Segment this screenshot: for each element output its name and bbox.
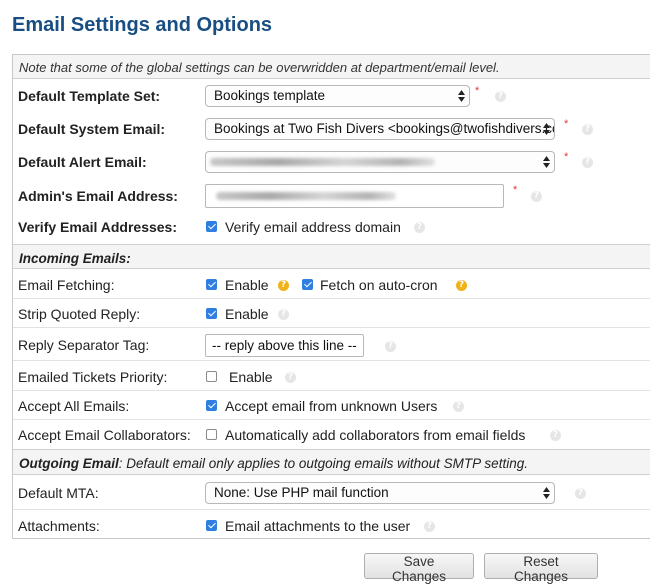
help-icon[interactable]: ? [453,401,464,412]
required-marker: * [475,85,480,97]
email-fetching-enable-label: Enable [225,277,269,293]
help-icon[interactable]: ? [414,222,425,233]
admin-email-label: Admin's Email Address: [18,188,178,204]
row-default-alert-email: Default Alert Email: * ? [13,145,650,178]
default-system-email-label: Default System Email: [18,121,166,137]
settings-form: Note that some of the global settings ca… [12,54,650,539]
accept-collaborators-label: Accept Email Collaborators: [18,427,191,443]
strip-quoted-reply-label: Strip Quoted Reply: [18,306,141,322]
verify-email-checkbox-label: Verify email address domain [225,219,401,235]
verify-email-checkbox[interactable] [206,221,217,232]
attachments-checkbox[interactable] [206,520,217,531]
default-mta-value: None: Use PHP mail function [214,485,389,500]
required-marker: * [564,118,569,130]
row-tickets-priority: Emailed Tickets Priority: Enable ? [13,360,650,390]
default-alert-email-label: Default Alert Email: [18,154,147,170]
row-reply-separator: Reply Separator Tag: -- reply above this… [13,327,650,360]
incoming-section-header: Incoming Emails: [13,244,650,269]
attachments-checkbox-label: Email attachments to the user [225,518,411,534]
default-system-email-select[interactable]: Bookings at Two Fish Divers <bookings@tw… [205,118,555,140]
row-accept-all-emails: Accept All Emails: Accept email from unk… [13,390,650,419]
tickets-priority-checkbox[interactable] [206,371,217,382]
strip-quoted-reply-checkbox-label: Enable [225,306,269,322]
row-accept-collaborators: Accept Email Collaborators: Automaticall… [13,419,650,448]
default-mta-label: Default MTA: [18,485,99,501]
row-admin-email: Admin's Email Address: * ? [13,178,650,211]
row-attachments: Attachments: Email attachments to the us… [13,509,650,539]
reply-separator-value: -- reply above this line -- [212,338,357,353]
accept-all-emails-checkbox-label: Accept email from unknown Users [225,398,438,414]
page-title: Email Settings and Options [12,14,273,36]
accept-collaborators-checkbox[interactable] [206,429,217,440]
select-arrows-icon [458,90,465,102]
fetch-autocron-checkbox[interactable] [302,279,313,290]
required-marker: * [564,151,569,163]
outgoing-section-heading: Outgoing Email: Default email only appli… [19,456,528,471]
note-text: Note that some of the global settings ca… [19,60,500,75]
strip-quoted-reply-checkbox[interactable] [206,308,217,319]
help-icon[interactable]: ? [456,280,467,291]
note-row: Note that some of the global settings ca… [13,55,650,79]
default-mta-select[interactable]: None: Use PHP mail function [205,482,555,504]
incoming-section-title: Incoming Emails: [19,251,131,266]
outgoing-section-title: Outgoing Email [19,456,119,471]
outgoing-section-header: Outgoing Email: Default email only appli… [13,449,650,475]
default-template-select[interactable]: Bookings template [205,85,470,107]
redacted-blur [216,192,396,200]
select-arrows-icon [543,487,550,499]
default-alert-email-select[interactable] [205,151,555,173]
required-marker: * [513,184,518,196]
row-default-template: Default Template Set: Bookings template … [13,79,650,112]
email-fetching-label: Email Fetching: [18,277,115,293]
help-icon[interactable]: ? [575,488,586,499]
select-arrows-icon [543,123,550,135]
help-icon[interactable]: ? [582,124,593,135]
default-template-label: Default Template Set: [18,88,161,104]
help-icon[interactable]: ? [424,521,435,532]
reset-changes-button[interactable]: Reset Changes [484,553,598,584]
fetch-autocron-label: Fetch on auto-cron [320,277,438,293]
reply-separator-input[interactable]: -- reply above this line -- [205,334,364,357]
row-verify-email: Verify Email Addresses: Verify email add… [13,211,650,241]
default-template-value: Bookings template [214,88,326,103]
accept-collaborators-checkbox-label: Automatically add collaborators from ema… [225,427,526,443]
tickets-priority-label: Emailed Tickets Priority: [18,369,168,385]
accept-all-emails-checkbox[interactable] [206,400,217,411]
help-icon[interactable]: ? [550,430,561,441]
save-changes-button[interactable]: Save Changes [364,553,474,584]
verify-email-label: Verify Email Addresses: [18,219,178,235]
row-strip-quoted-reply: Strip Quoted Reply: Enable ? [13,298,650,327]
email-fetching-enable-checkbox[interactable] [206,279,217,290]
row-default-mta: Default MTA: None: Use PHP mail function… [13,475,650,509]
tickets-priority-checkbox-label: Enable [229,369,273,385]
help-icon[interactable]: ? [385,341,396,352]
help-icon[interactable]: ? [278,309,289,320]
attachments-label: Attachments: [18,518,100,534]
accept-all-emails-label: Accept All Emails: [18,398,130,414]
admin-email-input[interactable] [205,184,504,208]
help-icon[interactable]: ? [278,280,289,291]
row-default-system-email: Default System Email: Bookings at Two Fi… [13,112,650,145]
help-icon[interactable]: ? [531,191,542,202]
default-system-email-value: Bookings at Two Fish Divers <bookings@tw… [214,121,555,136]
outgoing-section-note: : Default email only applies to outgoing… [118,456,528,471]
reply-separator-label: Reply Separator Tag: [18,337,150,353]
help-icon[interactable]: ? [495,91,506,102]
help-icon[interactable]: ? [285,372,296,383]
select-arrows-icon [543,156,550,168]
row-email-fetching: Email Fetching: Enable ? Fetch on auto-c… [13,269,650,298]
help-icon[interactable]: ? [582,157,593,168]
redacted-blur [210,158,435,166]
